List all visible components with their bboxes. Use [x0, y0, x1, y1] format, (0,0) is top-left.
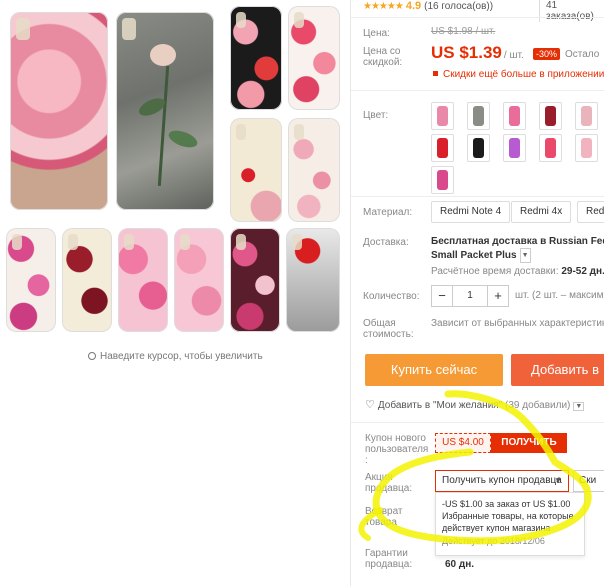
- color-swatch[interactable]: [503, 134, 526, 162]
- quantity-minus-button[interactable]: −: [432, 286, 452, 306]
- color-swatch[interactable]: [467, 102, 490, 130]
- returns-label: Возврат товара: [365, 506, 403, 528]
- caret-down-icon: ▼: [554, 476, 562, 485]
- wishlist-link[interactable]: ♡ Добавить в "Мои желания" (39 добавили) ▼: [365, 398, 585, 411]
- product-image-4[interactable]: [288, 6, 340, 110]
- product-image-10[interactable]: [174, 228, 224, 332]
- quantity-input[interactable]: 1: [452, 286, 488, 306]
- discount-price-label: Цена со скидкой:: [363, 46, 403, 68]
- divider: [351, 90, 604, 91]
- shipping-method[interactable]: Бесплатная доставка в Russian Feder Small…: [431, 235, 604, 263]
- countdown-label: Остало: [565, 49, 600, 60]
- chevron-down-icon[interactable]: ▼: [573, 402, 585, 411]
- color-swatch[interactable]: [539, 102, 562, 130]
- rating-summary[interactable]: ★★★★★ 4.9 (16 голоса(ов)): [363, 0, 493, 12]
- color-swatch[interactable]: [431, 134, 454, 162]
- divider: [351, 17, 604, 18]
- price-unit: / шт.: [503, 50, 524, 61]
- coupon-offer: -US $1.00 за заказ от US $1.00: [442, 499, 571, 509]
- old-price: US $1.98 / шт.: [431, 26, 496, 37]
- product-image-11[interactable]: [230, 228, 280, 332]
- material-option-redmi-4x[interactable]: Redmi 4x: [511, 201, 572, 223]
- product-image-3[interactable]: [230, 6, 282, 110]
- product-image-9[interactable]: [118, 228, 168, 332]
- material-label: Материал:: [363, 207, 413, 218]
- product-image-6[interactable]: [288, 118, 340, 222]
- color-swatch[interactable]: [467, 134, 490, 162]
- product-image-5[interactable]: [230, 118, 282, 222]
- app-promo-link[interactable]: Скидки ещё больше в приложении: [431, 68, 604, 80]
- orders-count: 41 заказа(ов): [539, 0, 604, 22]
- color-swatch[interactable]: [539, 134, 562, 162]
- color-swatch[interactable]: [503, 102, 526, 130]
- quantity-stepper: − 1 +: [431, 285, 509, 307]
- guarantee-value: 60 дн.: [445, 559, 475, 570]
- heart-icon: ♡: [365, 399, 375, 411]
- new-user-coupon-label: Купон нового пользователя :: [365, 433, 429, 466]
- color-swatch[interactable]: [575, 102, 598, 130]
- quantity-plus-button[interactable]: +: [488, 286, 508, 306]
- product-image-1[interactable]: [10, 12, 108, 210]
- shipping-time: Расчётное время доставки: 29-52 дн.: [431, 266, 604, 277]
- magnifier-icon: [88, 352, 96, 360]
- seller-discount-select[interactable]: Ски: [573, 470, 604, 492]
- shipping-label: Доставка:: [363, 237, 409, 248]
- guarantee-label: Гарантии продавца:: [365, 548, 413, 570]
- material-option-redmi-note-4[interactable]: Redmi Note 4: [431, 201, 511, 223]
- rating-stars: ★★★★★: [363, 1, 404, 12]
- coupon-expiry: Действует до 2018/12/06: [442, 536, 545, 546]
- price-label: Цена:: [363, 28, 390, 39]
- product-image-8[interactable]: [62, 228, 112, 332]
- qr-code-icon: [431, 69, 440, 78]
- divider: [351, 196, 604, 197]
- product-image-2[interactable]: [116, 12, 214, 210]
- sale-price: US $1.39/ шт.: [431, 43, 524, 63]
- color-label: Цвет:: [363, 110, 389, 121]
- product-image-7[interactable]: [6, 228, 56, 332]
- quantity-label: Количество:: [363, 291, 420, 302]
- discount-badge: -30%: [533, 48, 561, 60]
- color-swatch[interactable]: [575, 134, 598, 162]
- chevron-down-icon[interactable]: ▼: [519, 248, 531, 263]
- material-option-redmi[interactable]: Redm: [577, 201, 604, 223]
- seller-coupon-select[interactable]: Получить купон продавца ▼: [435, 470, 569, 492]
- total-note: Зависит от выбранных характеристик: [431, 318, 604, 329]
- buy-now-button[interactable]: Купить сейчас: [365, 354, 503, 386]
- rating-votes: (16 голоса(ов)): [424, 1, 494, 12]
- color-swatch[interactable]: [431, 102, 454, 130]
- product-gallery: Наведите курсор, чтобы увеличить: [0, 0, 350, 586]
- quantity-note: шт. (2 шт. – максиму: [515, 290, 604, 301]
- sale-price-value: US $1.39: [431, 43, 502, 62]
- product-image-12[interactable]: [286, 228, 340, 332]
- add-to-cart-button[interactable]: Добавить в: [511, 354, 604, 386]
- rating-score: 4.9: [405, 0, 422, 12]
- new-user-coupon-value: US $4.00: [435, 433, 491, 453]
- zoom-hint: Наведите курсор, чтобы увеличить: [88, 351, 263, 362]
- seller-promo-label: Акция продавца:: [365, 472, 413, 494]
- seller-coupon-popup: -US $1.00 за заказ от US $1.00 Избранные…: [435, 492, 585, 556]
- product-info-panel: ★★★★★4.9(16 голоса(ов)) 41 заказа(ов) Це…: [350, 0, 604, 586]
- color-swatch[interactable]: [431, 166, 454, 194]
- coupon-scope: Избранные товары, на которые действует к…: [442, 511, 574, 533]
- total-label: Общая стоимость:: [363, 318, 414, 340]
- divider: [351, 422, 604, 423]
- get-coupon-button[interactable]: ПОЛУЧИТЬ: [491, 433, 567, 453]
